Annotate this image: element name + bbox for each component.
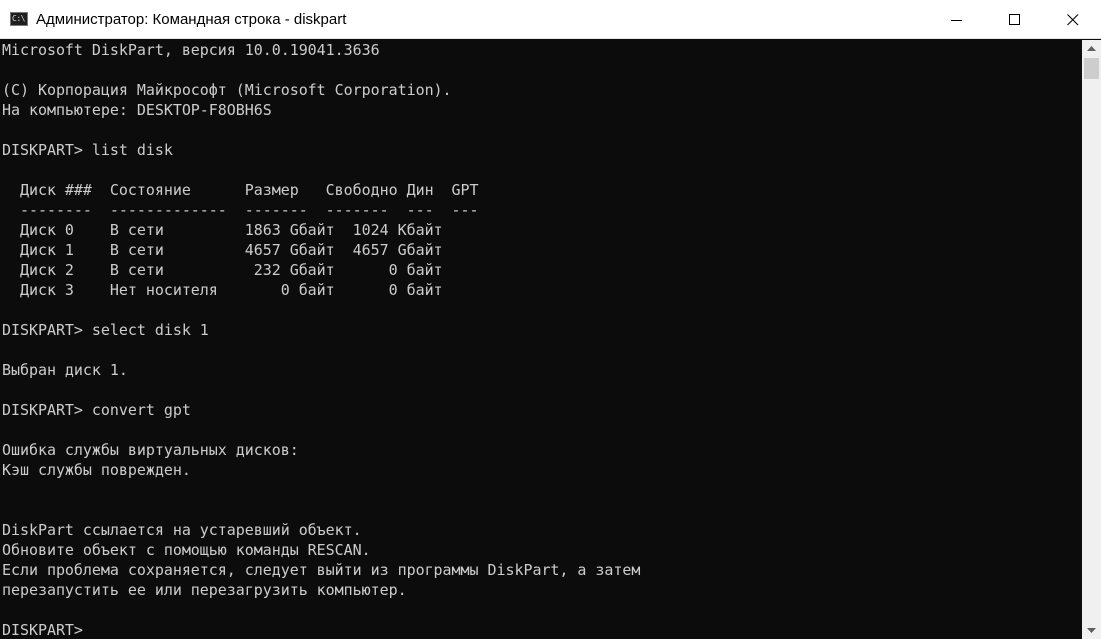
scroll-up-button[interactable]: [1082, 40, 1101, 57]
console-output[interactable]: Microsoft DiskPart, версия 10.0.19041.36…: [2, 40, 1080, 639]
console-line: Ошибка службы виртуальных дисков:: [2, 441, 299, 459]
maximize-icon: [1009, 13, 1020, 25]
window-title: Администратор: Командная строка - diskpa…: [36, 11, 347, 28]
minimize-icon: [951, 19, 962, 21]
console-line: Диск 0 В сети 1863 Gбайт 1024 Kбайт: [2, 221, 443, 239]
console-line: Кэш службы поврежден.: [2, 461, 191, 479]
command-prompt-icon[interactable]: C:\: [10, 12, 28, 26]
console-line: -------- ------------- ------- ------- -…: [2, 201, 479, 219]
console-line: Диск 2 В сети 232 Gбайт 0 байт: [2, 261, 443, 279]
app-icon-text: C:\: [12, 14, 25, 23]
console-line: Microsoft DiskPart, версия 10.0.19041.36…: [2, 41, 380, 59]
console-line: Если проблема сохраняется, следует выйти…: [2, 561, 641, 579]
close-icon: [1067, 13, 1079, 25]
console-line: DISKPART> convert gpt: [2, 401, 191, 419]
console-line: Диск 3 Нет носителя 0 байт 0 байт: [2, 281, 443, 299]
close-button[interactable]: [1044, 0, 1101, 39]
maximize-button[interactable]: [986, 0, 1044, 39]
console-line: На компьютере: DESKTOP-F8OBH6S: [2, 101, 272, 119]
console-line: Диск 1 В сети 4657 Gбайт 4657 Gбайт: [2, 241, 443, 259]
console-line: DISKPART>: [2, 621, 92, 639]
arrow-up-icon: [1087, 45, 1096, 51]
arrow-down-icon: [1087, 627, 1096, 633]
console-line: DISKPART> select disk 1: [2, 321, 209, 339]
console-line: Выбран диск 1.: [2, 361, 128, 379]
console-line: перезапустить ее или перезагрузить компь…: [2, 581, 407, 599]
minimize-button[interactable]: [928, 0, 986, 39]
console-line: (C) Корпорация Майкрософт (Microsoft Cor…: [2, 81, 452, 99]
scroll-down-button[interactable]: [1082, 622, 1101, 639]
console-window: C:\ Администратор: Командная строка - di…: [0, 0, 1101, 639]
console-line: Диск ### Состояние Размер Свободно Дин G…: [2, 181, 479, 199]
console-line: DISKPART> list disk: [2, 141, 173, 159]
vertical-scrollbar[interactable]: [1082, 40, 1101, 639]
console-line: DiskPart ссылается на устаревший объект.: [2, 521, 362, 539]
scroll-thumb[interactable]: [1084, 58, 1099, 79]
console-line: Обновите объект с помощью команды RESCAN…: [2, 541, 371, 559]
title-bar[interactable]: C:\ Администратор: Командная строка - di…: [0, 0, 1101, 39]
